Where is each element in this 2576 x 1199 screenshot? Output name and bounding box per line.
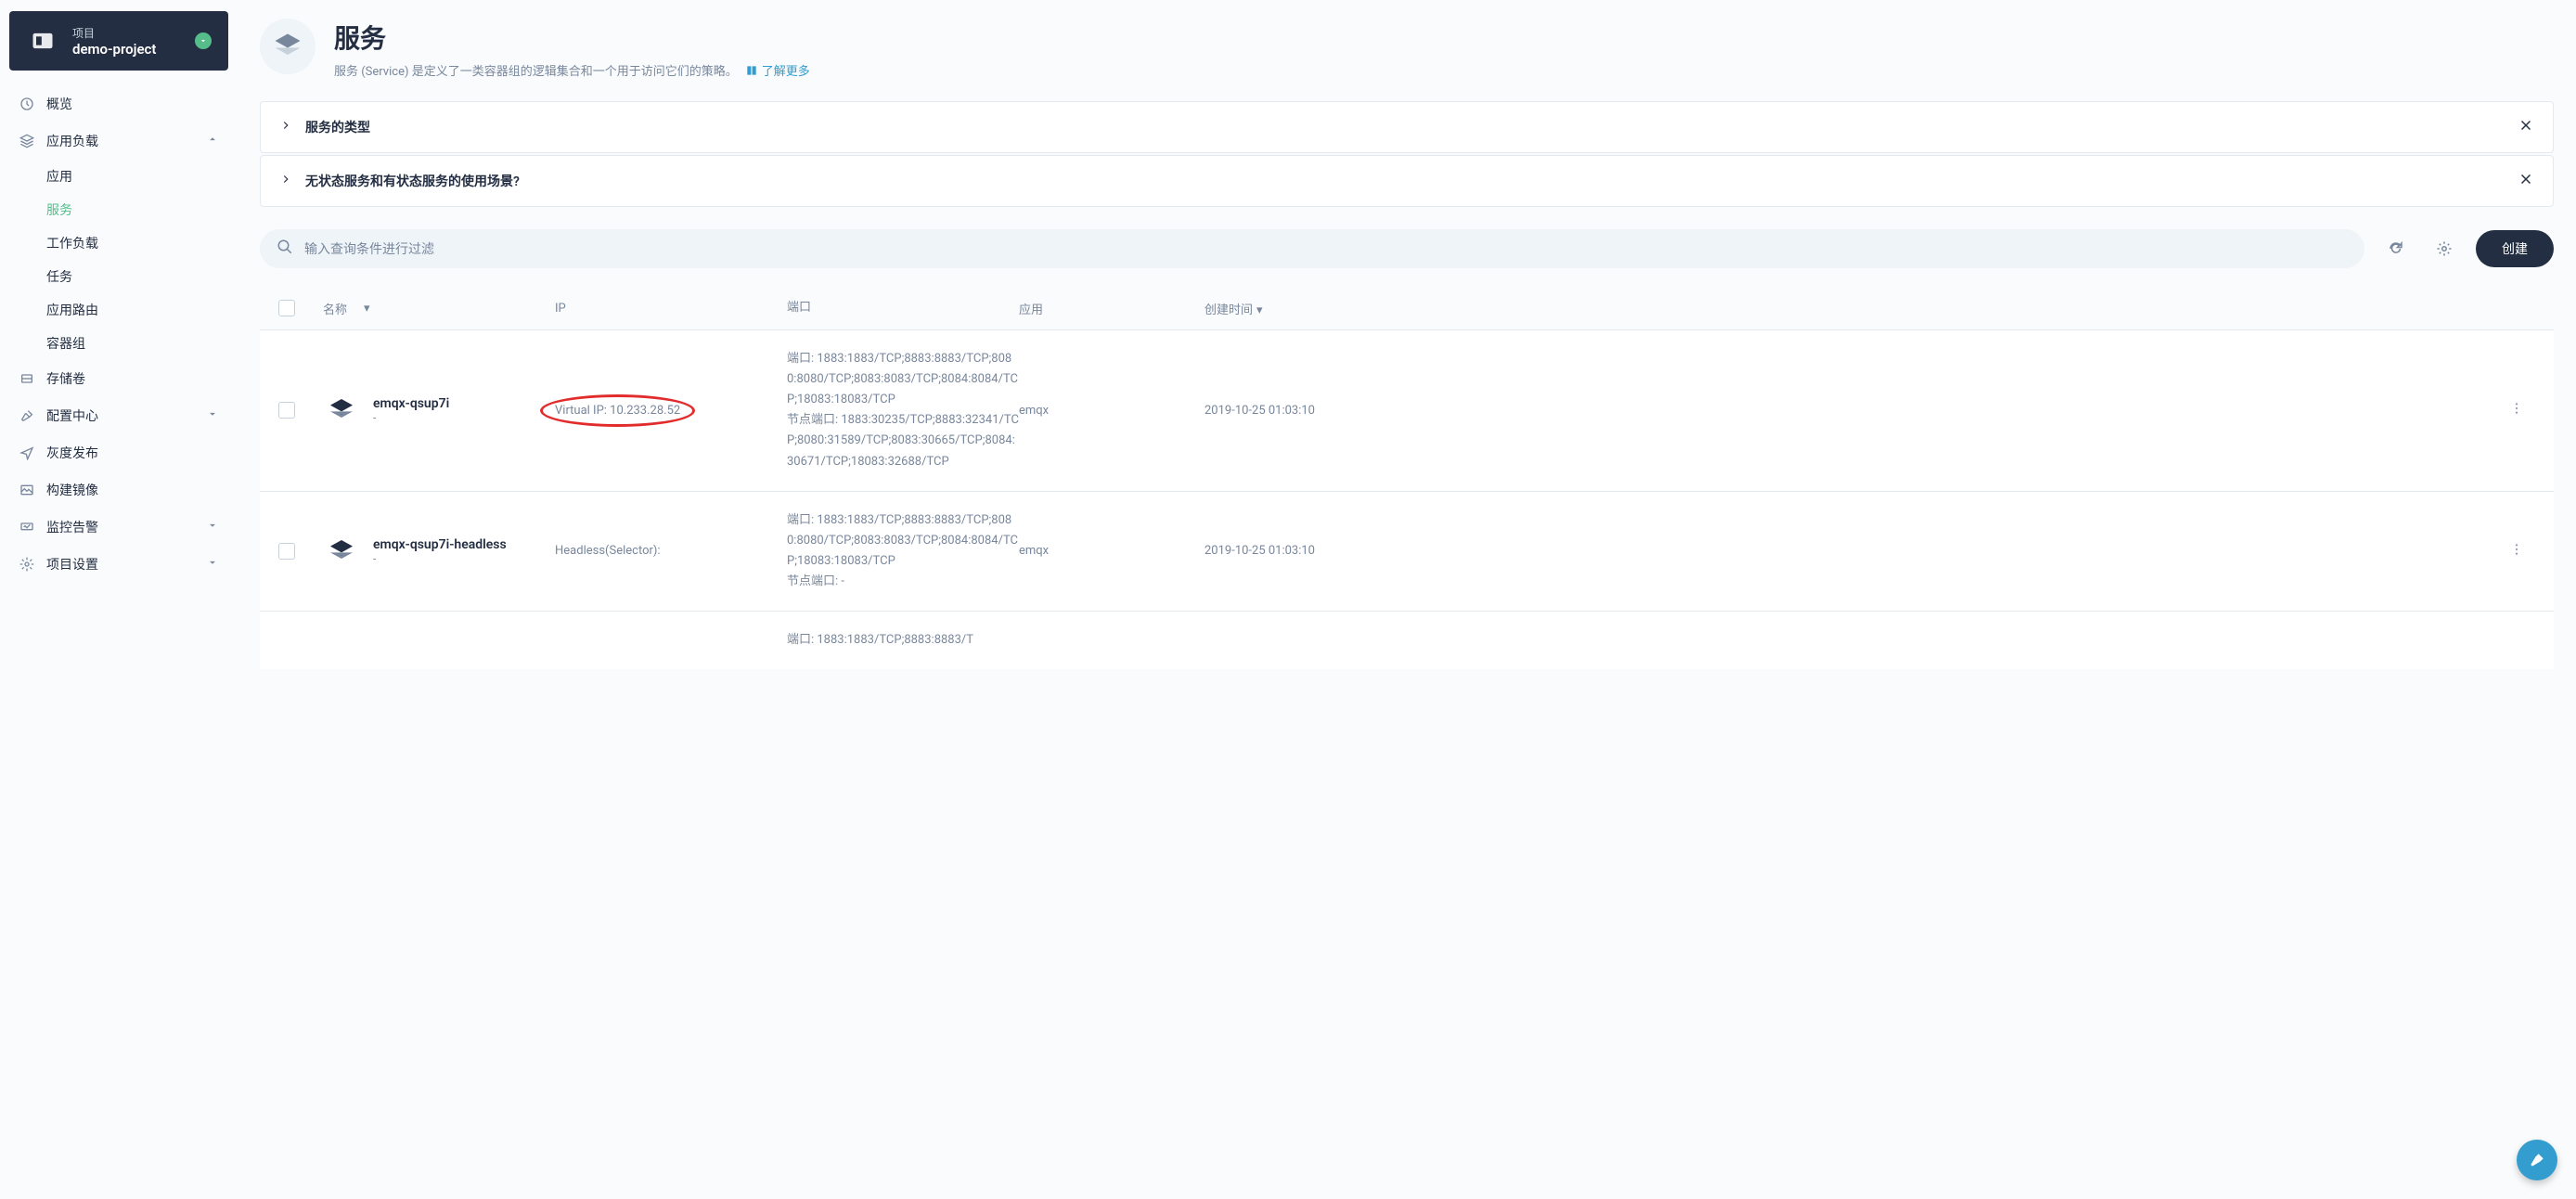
sort-icon: ▾ <box>1256 303 1263 317</box>
storage-icon <box>19 370 35 387</box>
sidebar-item-pods[interactable]: 容器组 <box>0 327 238 360</box>
page-title: 服务 <box>334 19 810 56</box>
table-row[interactable]: 端口: 1883:1883/TCP;8883:8883/T <box>260 612 2554 669</box>
hammer-icon <box>19 407 35 424</box>
column-app: 应用 <box>1019 300 1204 317</box>
column-port: 端口 <box>787 298 1019 318</box>
sidebar-item-grayscale[interactable]: 灰度发布 <box>0 434 238 471</box>
services-table: 名称▾ IP 端口 应用 创建时间▾ emqx-qsup7i - Virtual… <box>260 287 2554 669</box>
service-ip: Headless(Selector): <box>555 544 787 558</box>
sidebar-item-settings[interactable]: 项目设置 <box>0 546 238 583</box>
service-ip: Virtual IP: 10.233.28.52 <box>555 404 680 418</box>
search-icon <box>277 239 293 259</box>
image-icon <box>19 482 35 498</box>
overview-icon <box>19 96 35 112</box>
service-ports: 端口: 1883:1883/TCP;8883:8883/T <box>787 630 1019 651</box>
row-checkbox[interactable] <box>278 402 295 419</box>
chevron-up-icon <box>206 133 219 149</box>
sidebar-item-service[interactable]: 服务 <box>0 193 238 226</box>
service-app: emqx <box>1019 404 1204 418</box>
service-name: emqx-qsup7i <box>373 396 449 411</box>
service-node-ports: 节点端口: 1883:30235/TCP;8883:32341/TCP;8080… <box>787 410 1019 471</box>
refresh-button[interactable] <box>2379 232 2413 265</box>
sidebar-item-config[interactable]: 配置中心 <box>0 397 238 434</box>
page-description: 服务 (Service) 是定义了一类容器组的逻辑集合和一个用于访问它们的策略。 <box>334 61 738 79</box>
sidebar-item-tasks[interactable]: 任务 <box>0 260 238 293</box>
close-icon[interactable] <box>2518 171 2534 191</box>
sidebar-item-app[interactable]: 应用 <box>0 160 238 193</box>
book-icon <box>745 64 758 77</box>
settings-button[interactable] <box>2428 232 2461 265</box>
info-panel-scenario[interactable]: 无状态服务和有状态服务的使用场景? <box>260 155 2554 207</box>
project-name: demo-project <box>72 41 182 58</box>
service-header-icon <box>260 19 316 74</box>
chevron-right-icon <box>279 173 292 189</box>
sidebar-item-workload[interactable]: 应用负载 <box>0 122 238 160</box>
column-ip: IP <box>555 302 787 316</box>
page-header: 服务 服务 (Service) 是定义了一类容器组的逻辑集合和一个用于访问它们的… <box>260 19 2554 79</box>
row-checkbox[interactable] <box>278 543 295 560</box>
bird-icon <box>19 445 35 461</box>
main-content: 服务 服务 (Service) 是定义了一类容器组的逻辑集合和一个用于访问它们的… <box>238 0 2576 1199</box>
sidebar-item-routes[interactable]: 应用路由 <box>0 293 238 327</box>
layers-icon <box>19 133 35 149</box>
gear-icon <box>19 556 35 573</box>
service-sub: - <box>373 552 507 565</box>
service-name: emqx-qsup7i-headless <box>373 537 507 552</box>
chevron-down-icon <box>206 407 219 424</box>
table-row[interactable]: emqx-qsup7i-headless - Headless(Selector… <box>260 492 2554 612</box>
project-label: 项目 <box>72 25 182 41</box>
sidebar-item-workloads[interactable]: 工作负载 <box>0 226 238 260</box>
select-all-checkbox[interactable] <box>278 300 295 316</box>
search-input[interactable] <box>304 241 2348 256</box>
monitor-icon <box>19 519 35 535</box>
table-row[interactable]: emqx-qsup7i - Virtual IP: 10.233.28.52 端… <box>260 330 2554 492</box>
create-button[interactable]: 创建 <box>2476 230 2554 267</box>
service-sub: - <box>373 411 449 424</box>
info-panel-type[interactable]: 服务的类型 <box>260 101 2554 153</box>
service-time: 2019-10-25 01:03:10 <box>1204 404 2498 418</box>
service-ports: 端口: 1883:1883/TCP;8883:8883/TCP;8080:808… <box>787 510 1019 572</box>
sort-icon: ▾ <box>364 302 370 316</box>
fab-button[interactable] <box>2517 1140 2557 1180</box>
search-box[interactable] <box>260 229 2364 268</box>
service-app: emqx <box>1019 544 1204 558</box>
service-row-icon <box>323 392 360 429</box>
service-node-ports: 节点端口: - <box>787 572 1019 592</box>
more-button[interactable] <box>2509 547 2524 561</box>
chevron-down-icon <box>206 519 219 535</box>
chevron-down-icon <box>206 556 219 573</box>
close-icon[interactable] <box>2518 117 2534 137</box>
project-dropdown-icon[interactable] <box>195 32 212 49</box>
service-row-icon <box>323 533 360 570</box>
sidebar: 项目 demo-project 概览 应用负载 应用 服务 <box>0 0 238 1199</box>
toolbar: 创建 <box>260 229 2554 268</box>
column-time[interactable]: 创建时间▾ <box>1204 300 2498 317</box>
sidebar-item-monitor[interactable]: 监控告警 <box>0 509 238 546</box>
sidebar-item-build[interactable]: 构建镜像 <box>0 471 238 509</box>
project-selector[interactable]: 项目 demo-project <box>9 11 228 71</box>
project-icon <box>26 24 59 58</box>
more-button[interactable] <box>2509 406 2524 419</box>
chevron-right-icon <box>279 119 292 135</box>
service-ports: 端口: 1883:1883/TCP;8883:8883/TCP;8080:808… <box>787 349 1019 410</box>
table-header: 名称▾ IP 端口 应用 创建时间▾ <box>260 287 2554 330</box>
learn-more-link[interactable]: 了解更多 <box>745 61 810 79</box>
sidebar-item-overview[interactable]: 概览 <box>0 85 238 122</box>
service-time: 2019-10-25 01:03:10 <box>1204 544 2498 558</box>
column-name[interactable]: 名称▾ <box>323 300 555 317</box>
sidebar-item-storage[interactable]: 存储卷 <box>0 360 238 397</box>
